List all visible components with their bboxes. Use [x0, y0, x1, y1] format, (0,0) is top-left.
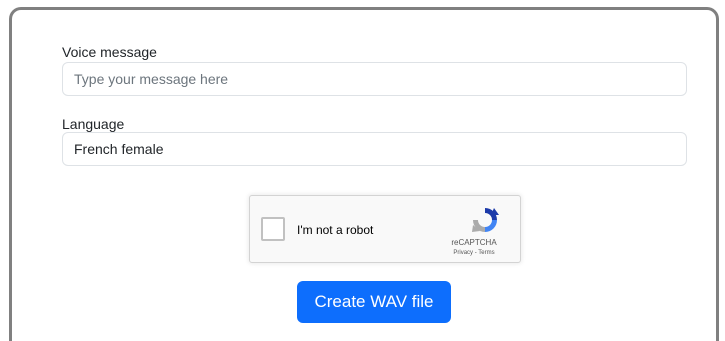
page: Voice message Language French female I'm…	[0, 0, 725, 341]
language-selected-value: French female	[74, 141, 164, 157]
language-select[interactable]: French female	[62, 132, 687, 166]
recaptcha-logo-icon	[472, 208, 499, 232]
recaptcha-brand: reCAPTCHA	[451, 238, 497, 247]
recaptcha-label: I'm not a robot	[297, 223, 374, 237]
create-wav-button[interactable]: Create WAV file	[297, 281, 451, 323]
recaptcha-privacy-terms[interactable]: Privacy - Terms	[434, 249, 514, 257]
language-label: Language	[62, 116, 125, 132]
voice-message-label: Voice message	[62, 44, 157, 60]
recaptcha-checkbox[interactable]	[261, 217, 285, 241]
voice-message-input[interactable]	[62, 62, 687, 96]
recaptcha-widget: I'm not a robot reCAPTCHA Privacy - Term…	[249, 195, 521, 263]
